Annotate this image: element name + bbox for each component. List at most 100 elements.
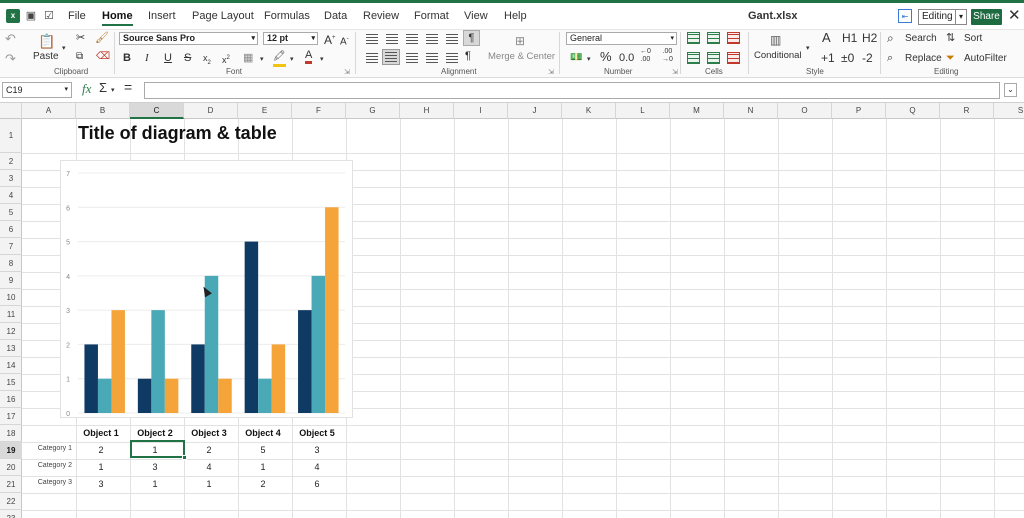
paste-dropdown-icon[interactable]: ▾ bbox=[62, 42, 66, 56]
column-header-n[interactable]: N bbox=[724, 103, 778, 119]
percent-icon[interactable]: % bbox=[600, 50, 612, 64]
chevron-down-icon[interactable]: ▾ bbox=[260, 53, 264, 67]
clear-icon[interactable]: ⌫ bbox=[96, 50, 110, 64]
menu-home[interactable]: Home bbox=[102, 10, 133, 26]
table-value-cell[interactable]: 2 bbox=[76, 445, 126, 459]
delete-cells-icon[interactable] bbox=[727, 32, 740, 44]
style-plus1[interactable]: +1 bbox=[821, 51, 835, 65]
row-header-19[interactable]: 19 bbox=[0, 442, 22, 459]
column-header-c[interactable]: C bbox=[130, 103, 184, 119]
font-color-icon[interactable]: A bbox=[305, 49, 313, 64]
chevron-down-icon[interactable]: ▾ bbox=[111, 84, 115, 98]
row-header-17[interactable]: 17 bbox=[0, 408, 22, 425]
borders-icon[interactable]: ▦ bbox=[243, 51, 253, 65]
row-header-10[interactable]: 10 bbox=[0, 289, 22, 306]
chevron-down-icon[interactable]: ▾ bbox=[587, 53, 591, 67]
merge-center-button[interactable]: Merge & Center bbox=[488, 50, 555, 64]
heading2-style[interactable]: H2 bbox=[862, 31, 877, 45]
format-cells-icon[interactable] bbox=[687, 52, 700, 64]
paste-icon[interactable]: 📋 bbox=[38, 34, 55, 48]
menu-file[interactable]: File bbox=[68, 10, 86, 22]
category-label-cell[interactable]: Category 2 bbox=[22, 462, 72, 476]
redo-icon[interactable]: ↷ bbox=[5, 52, 16, 66]
table-value-cell[interactable]: 2 bbox=[184, 445, 234, 459]
increase-font-icon[interactable]: A+ bbox=[324, 31, 336, 47]
table-value-cell[interactable]: 3 bbox=[130, 462, 180, 476]
table-header-cell[interactable]: Object 3 bbox=[184, 428, 234, 442]
row-header-1[interactable]: 1 bbox=[0, 119, 22, 153]
delete-sheet-icon[interactable] bbox=[727, 52, 740, 64]
align-bottom-icon[interactable] bbox=[406, 34, 418, 44]
row-header-9[interactable]: 9 bbox=[0, 272, 22, 289]
selected-cell[interactable] bbox=[130, 440, 187, 460]
superscript-icon[interactable]: x2 bbox=[222, 51, 230, 67]
column-header-q[interactable]: Q bbox=[886, 103, 940, 119]
editing-mode-dropdown[interactable]: Editing ▾ bbox=[918, 9, 967, 25]
sum-icon[interactable]: Σ bbox=[99, 81, 107, 95]
menu-data[interactable]: Data bbox=[324, 10, 347, 22]
insert-cells-icon[interactable] bbox=[687, 32, 700, 44]
formula-input[interactable] bbox=[144, 82, 1000, 99]
italic-icon[interactable]: I bbox=[145, 51, 149, 65]
menu-formulas[interactable]: Formulas bbox=[264, 10, 310, 22]
wrap-text-icon[interactable]: ¶ bbox=[463, 30, 480, 46]
search-button[interactable]: Search bbox=[905, 32, 937, 46]
table-value-cell[interactable]: 2 bbox=[238, 479, 288, 493]
column-header-l[interactable]: L bbox=[616, 103, 670, 119]
menu-help[interactable]: Help bbox=[504, 10, 527, 22]
row-header-4[interactable]: 4 bbox=[0, 187, 22, 204]
chevron-down-icon[interactable]: ▾ bbox=[290, 53, 294, 67]
column-header-h[interactable]: H bbox=[400, 103, 454, 119]
table-value-cell[interactable]: 4 bbox=[292, 462, 342, 476]
select-all-corner[interactable] bbox=[0, 103, 22, 119]
table-value-cell[interactable]: 1 bbox=[130, 479, 180, 493]
autofilter-button[interactable]: AutoFilter bbox=[964, 52, 1007, 66]
replace-icon[interactable]: ⌕ bbox=[887, 51, 893, 65]
menu-insert[interactable]: Insert bbox=[148, 10, 176, 22]
row-header-20[interactable]: 20 bbox=[0, 459, 22, 476]
table-value-cell[interactable]: 1 bbox=[184, 479, 234, 493]
row-header-8[interactable]: 8 bbox=[0, 255, 22, 272]
close-icon[interactable]: ✕ bbox=[1008, 6, 1021, 24]
table-value-cell[interactable]: 6 bbox=[292, 479, 342, 493]
row-header-7[interactable]: 7 bbox=[0, 238, 22, 255]
column-header-r[interactable]: R bbox=[940, 103, 994, 119]
underline-icon[interactable]: U bbox=[164, 51, 172, 65]
increase-decimal-icon[interactable]: ←0.00 bbox=[640, 48, 651, 64]
row-header-14[interactable]: 14 bbox=[0, 357, 22, 374]
justify-icon[interactable] bbox=[426, 53, 438, 63]
category-label-cell[interactable]: Category 3 bbox=[22, 479, 72, 493]
autofilter-icon[interactable]: ⏷ bbox=[946, 51, 955, 65]
undo-icon[interactable]: ↶ bbox=[5, 32, 16, 46]
sheet-title[interactable]: Title of diagram & table bbox=[78, 123, 277, 144]
table-value-cell[interactable]: 1 bbox=[76, 462, 126, 476]
font-family-select[interactable]: Source Sans Pro ▾ bbox=[119, 32, 258, 45]
row-header-21[interactable]: 21 bbox=[0, 476, 22, 493]
table-value-cell[interactable]: 1 bbox=[238, 462, 288, 476]
sort-icon[interactable]: ⇅ bbox=[946, 31, 955, 45]
text-direction-icon[interactable] bbox=[446, 53, 458, 63]
sort-button[interactable]: Sort bbox=[964, 32, 982, 46]
style-minus2[interactable]: -2 bbox=[862, 51, 873, 65]
table-value-cell[interactable]: 3 bbox=[292, 445, 342, 459]
column-header-j[interactable]: J bbox=[508, 103, 562, 119]
align-center-button[interactable] bbox=[382, 49, 400, 65]
search-icon[interactable]: ⌕ bbox=[887, 31, 894, 45]
column-header-m[interactable]: M bbox=[670, 103, 724, 119]
column-header-i[interactable]: I bbox=[454, 103, 508, 119]
merge-center-icon[interactable]: ⊞ bbox=[515, 34, 525, 48]
align-right-icon[interactable] bbox=[406, 53, 418, 63]
align-left-icon[interactable] bbox=[366, 53, 378, 63]
function-wizard-icon[interactable]: fx bbox=[82, 82, 91, 96]
save-icon[interactable]: ▣ bbox=[24, 9, 38, 23]
column-header-f[interactable]: F bbox=[292, 103, 346, 119]
menu-page-layout[interactable]: Page Layout bbox=[192, 10, 254, 22]
paste-button[interactable]: Paste bbox=[33, 50, 59, 64]
style-a-icon[interactable]: A bbox=[822, 31, 831, 45]
font-size-select[interactable]: 12 pt ▾ bbox=[263, 32, 318, 45]
table-header-cell[interactable]: Object 4 bbox=[238, 428, 288, 442]
row-header-15[interactable]: 15 bbox=[0, 374, 22, 391]
column-header-p[interactable]: P bbox=[832, 103, 886, 119]
replace-button[interactable]: Replace bbox=[905, 52, 942, 66]
row-header-2[interactable]: 2 bbox=[0, 153, 22, 170]
